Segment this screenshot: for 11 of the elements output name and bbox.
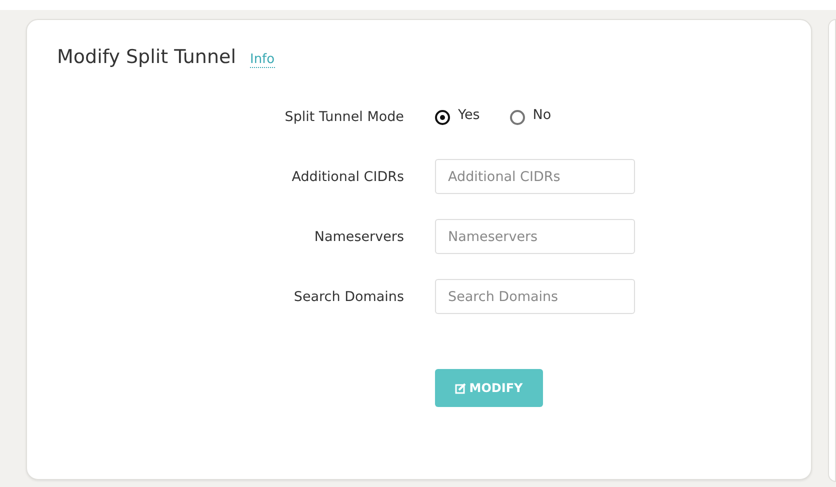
field-label: Search Domains bbox=[294, 288, 404, 304]
field-label: Split Tunnel Mode bbox=[284, 109, 404, 125]
field-label: Nameservers bbox=[314, 228, 404, 244]
text-input-field[interactable]: Additional CIDRs bbox=[435, 159, 635, 194]
radio-option[interactable]: No bbox=[510, 110, 552, 124]
text-input-field[interactable]: Search Domains bbox=[435, 279, 635, 314]
text-input-field[interactable]: Nameservers bbox=[435, 219, 635, 254]
edit-icon bbox=[455, 382, 466, 394]
radio-option[interactable]: Yes bbox=[435, 110, 480, 124]
page-title: Modify Split Tunnel bbox=[57, 46, 236, 68]
field-label: Additional CIDRs bbox=[292, 168, 404, 184]
